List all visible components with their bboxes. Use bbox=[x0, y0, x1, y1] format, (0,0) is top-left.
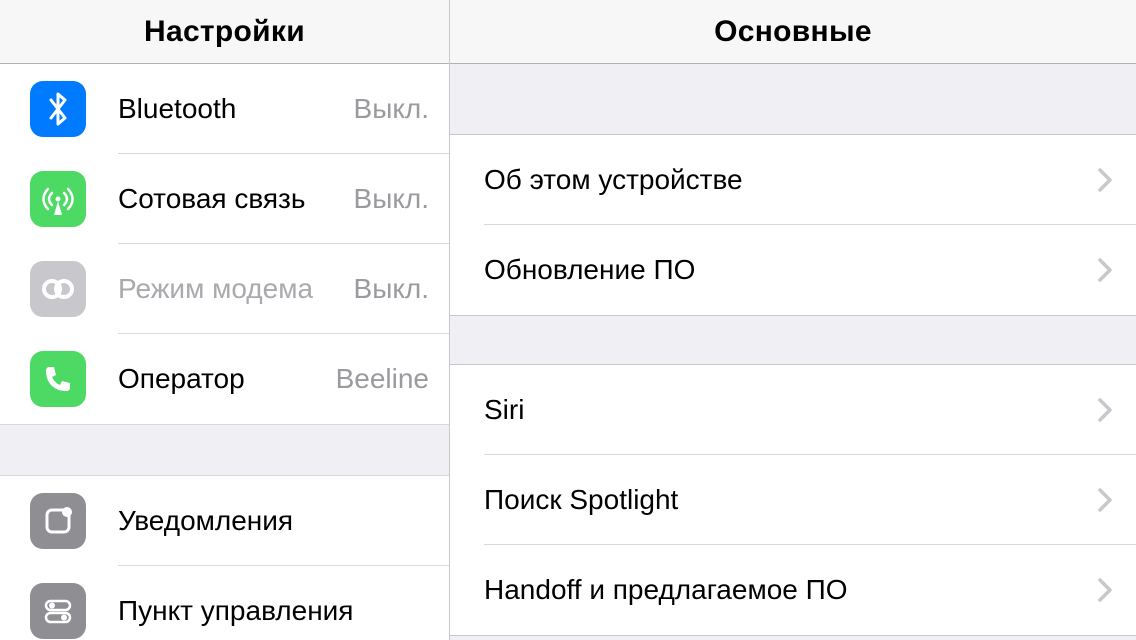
detail-group-about: Об этом устройстве Обновление ПО bbox=[450, 134, 1136, 316]
sidebar-item-hotspot[interactable]: Режим модема Выкл. bbox=[0, 244, 449, 334]
detail-pane: Основные Об этом устройстве Обновление П… bbox=[450, 0, 1136, 640]
sidebar-item-label: Пункт управления bbox=[118, 595, 429, 627]
detail-group-features: Siri Поиск Spotlight Handoff и предлагае… bbox=[450, 364, 1136, 636]
detail-item-about[interactable]: Об этом устройстве bbox=[450, 135, 1136, 225]
sidebar-item-cellular[interactable]: Сотовая связь Выкл. bbox=[0, 154, 449, 244]
sidebar-item-carrier[interactable]: Оператор Beeline bbox=[0, 334, 449, 424]
chevron-right-icon bbox=[1098, 578, 1112, 602]
sidebar: Настройки Bluetooth Выкл. bbox=[0, 0, 450, 640]
detail-item-label: Siri bbox=[484, 394, 1098, 426]
bluetooth-icon bbox=[30, 81, 86, 137]
settings-split-view: Настройки Bluetooth Выкл. bbox=[0, 0, 1136, 640]
chevron-right-icon bbox=[1098, 488, 1112, 512]
sidebar-group-system: Уведомления Пункт управления bbox=[0, 476, 449, 640]
sidebar-item-value: Beeline bbox=[336, 363, 429, 395]
sidebar-item-value: Выкл. bbox=[354, 93, 429, 125]
detail-group-separator bbox=[450, 64, 1136, 134]
sidebar-item-notifications[interactable]: Уведомления bbox=[0, 476, 449, 566]
sidebar-item-label: Оператор bbox=[118, 363, 336, 395]
sidebar-group-separator bbox=[0, 424, 449, 476]
cellular-icon bbox=[30, 171, 86, 227]
detail-item-label: Поиск Spotlight bbox=[484, 484, 1098, 516]
sidebar-item-label: Сотовая связь bbox=[118, 183, 354, 215]
notifications-icon bbox=[30, 493, 86, 549]
control-center-icon bbox=[30, 583, 86, 639]
hotspot-icon bbox=[30, 261, 86, 317]
sidebar-scroll[interactable]: Bluetooth Выкл. bbox=[0, 64, 449, 640]
chevron-right-icon bbox=[1098, 258, 1112, 282]
detail-item-spotlight[interactable]: Поиск Spotlight bbox=[450, 455, 1136, 545]
detail-item-label: Обновление ПО bbox=[484, 254, 1098, 286]
detail-group-separator bbox=[450, 316, 1136, 364]
sidebar-item-bluetooth[interactable]: Bluetooth Выкл. bbox=[0, 64, 449, 154]
sidebar-item-label: Уведомления bbox=[118, 505, 429, 537]
sidebar-group-connectivity: Bluetooth Выкл. bbox=[0, 64, 449, 424]
detail-item-handoff[interactable]: Handoff и предлагаемое ПО bbox=[450, 545, 1136, 635]
chevron-right-icon bbox=[1098, 168, 1112, 192]
detail-item-siri[interactable]: Siri bbox=[450, 365, 1136, 455]
chevron-right-icon bbox=[1098, 398, 1112, 422]
detail-header: Основные bbox=[450, 0, 1136, 64]
detail-title: Основные bbox=[714, 15, 872, 49]
detail-item-label: Об этом устройстве bbox=[484, 164, 1098, 196]
sidebar-item-label: Bluetooth bbox=[118, 93, 354, 125]
detail-item-software-update[interactable]: Обновление ПО bbox=[450, 225, 1136, 315]
sidebar-item-control-center[interactable]: Пункт управления bbox=[0, 566, 449, 640]
sidebar-item-label: Режим модема bbox=[118, 273, 354, 305]
sidebar-header: Настройки bbox=[0, 0, 449, 64]
sidebar-item-value: Выкл. bbox=[354, 183, 429, 215]
phone-icon bbox=[30, 351, 86, 407]
sidebar-item-value: Выкл. bbox=[354, 273, 429, 305]
sidebar-title: Настройки bbox=[144, 15, 305, 49]
detail-item-label: Handoff и предлагаемое ПО bbox=[484, 574, 1098, 606]
